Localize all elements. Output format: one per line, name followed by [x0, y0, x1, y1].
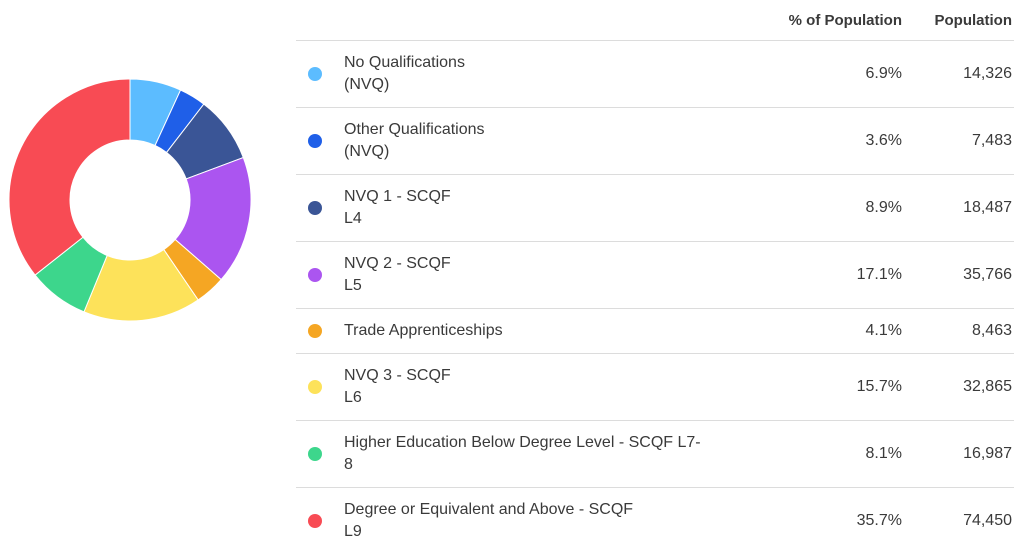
category-label-line: L4 [344, 210, 362, 227]
percent-value: 3.6% [865, 132, 902, 149]
table-header: % of Population Population [296, 0, 1014, 41]
category-label: No Qualifications (NVQ) [344, 52, 744, 96]
category-label: Other Qualifications (NVQ) [344, 119, 744, 163]
table-row: NVQ 1 - SCQF L4 8.9% 18,487 [296, 175, 1014, 242]
category-label: NVQ 3 - SCQF L6 [344, 365, 744, 409]
population-value: 18,487 [963, 199, 1012, 216]
category-label-line: (NVQ) [344, 76, 390, 93]
legend-dot-icon [308, 67, 322, 81]
population-value: 8,463 [971, 322, 1012, 339]
percent-value: 8.9% [865, 199, 902, 216]
category-label-line: (NVQ) [344, 143, 390, 160]
donut-slice[interactable] [8, 78, 131, 276]
category-label-line: Other Qualifications [344, 121, 485, 138]
legend-dot-icon [308, 447, 322, 461]
legend-dot-icon [308, 514, 322, 528]
category-label: NVQ 1 - SCQF L4 [344, 186, 744, 230]
legend-dot-icon [308, 201, 322, 215]
percent-value: 17.1% [856, 266, 902, 283]
category-label-line: L5 [344, 277, 362, 294]
percent-value: 8.1% [865, 445, 902, 462]
table-row: Other Qualifications (NVQ) 3.6% 7,483 [296, 108, 1014, 175]
category-label: Degree or Equivalent and Above - SCQF L9 [344, 499, 744, 543]
category-label-line: Trade Apprenticeships [344, 322, 503, 339]
header-population: Population [934, 12, 1013, 29]
legend-dot-icon [308, 380, 322, 394]
percent-value: 4.1% [865, 322, 902, 339]
table-body: No Qualifications (NVQ) 6.9% 14,326 Other Qu… [296, 41, 1014, 554]
donut-chart [0, 70, 260, 330]
table-row: Degree or Equivalent and Above - SCQF L9 3… [296, 488, 1014, 554]
category-label-line: No Qualifications [344, 54, 465, 71]
table-row: NVQ 2 - SCQF L5 17.1% 35,766 [296, 242, 1014, 309]
category-label-line: Higher Education Below Degree Level - SC… [344, 434, 701, 451]
category-label-line: NVQ 3 - SCQF [344, 367, 451, 384]
percent-value: 6.9% [865, 65, 902, 82]
category-label-line: Degree or Equivalent and Above - SCQF [344, 501, 634, 518]
header-percent: % of Population [788, 12, 902, 29]
percent-value: 15.7% [856, 378, 902, 395]
table-row: No Qualifications (NVQ) 6.9% 14,326 [296, 41, 1014, 108]
population-value: 16,987 [963, 445, 1012, 462]
legend-table: % of Population Population No Qualificat… [296, 0, 1014, 554]
legend-dot-icon [308, 134, 322, 148]
category-label: Trade Apprenticeships [344, 320, 744, 342]
table-row: Trade Apprenticeships 4.1% 8,463 [296, 309, 1014, 354]
category-label-line: NVQ 1 - SCQF [344, 188, 451, 205]
table-row: Higher Education Below Degree Level - SC… [296, 421, 1014, 488]
percent-value: 35.7% [856, 512, 902, 529]
population-value: 7,483 [971, 132, 1012, 149]
category-label: Higher Education Below Degree Level - SC… [344, 432, 744, 476]
legend-dot-icon [308, 268, 322, 282]
donut-chart-svg [8, 78, 252, 322]
category-label-line: L6 [344, 389, 362, 406]
category-label: NVQ 2 - SCQF L5 [344, 253, 744, 297]
table-row: NVQ 3 - SCQF L6 15.7% 32,865 [296, 354, 1014, 421]
legend-dot-icon [308, 324, 322, 338]
population-value: 35,766 [963, 266, 1012, 283]
population-value: 32,865 [963, 378, 1012, 395]
category-label-line: NVQ 2 - SCQF [344, 255, 451, 272]
category-label-line: 8 [344, 456, 353, 473]
population-value: 74,450 [963, 512, 1012, 529]
population-value: 14,326 [963, 65, 1012, 82]
